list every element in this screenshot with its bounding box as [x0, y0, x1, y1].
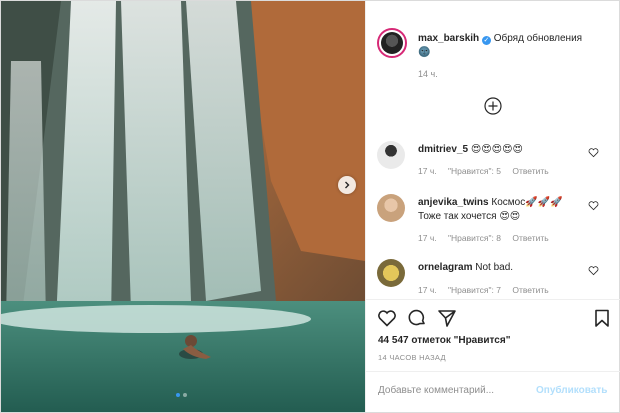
waterfall-image: [1, 1, 365, 412]
caption-text: Обряд обновления: [493, 33, 583, 44]
author-avatar[interactable]: [377, 28, 407, 58]
like-heart-icon[interactable]: [377, 308, 397, 328]
bookmark-icon[interactable]: [592, 308, 612, 328]
comment-meta: 17 ч. "Нравится": 5 Ответить: [418, 166, 558, 176]
comment-text: Космос🚀🚀🚀: [491, 197, 563, 208]
post-caption: max_barskih ✓ Обряд обновления 🌚: [418, 32, 613, 60]
author-username[interactable]: max_barskih: [418, 33, 479, 44]
post-photo[interactable]: [1, 1, 365, 412]
comment-time: 17 ч.: [418, 166, 437, 176]
carousel-indicator: [176, 393, 187, 397]
comment-meta: 17 ч. "Нравится": 8 Ответить: [418, 233, 558, 243]
next-photo-button[interactable]: [338, 176, 356, 194]
reply-button[interactable]: Ответить: [512, 166, 548, 176]
comment-username[interactable]: dmitriev_5: [418, 144, 468, 155]
verified-icon: ✓: [481, 36, 491, 45]
comment-likes[interactable]: "Нравится": 8: [448, 233, 501, 243]
heart-icon[interactable]: [588, 147, 599, 158]
carousel-dot-active: [176, 393, 180, 397]
comment-body: dmitriev_5 😍😍😍😍😍: [418, 143, 593, 157]
post-time: 14 ч.: [418, 69, 438, 79]
comment-likes[interactable]: "Нравится": 5: [448, 166, 501, 176]
comment-avatar[interactable]: [377, 141, 405, 169]
comment-time: 17 ч.: [418, 233, 437, 243]
post-time-ago: 14 ЧАСОВ НАЗАД: [378, 353, 446, 362]
comment-text-line2: Тоже так хочется 😍😍: [418, 211, 521, 222]
share-icon[interactable]: [437, 308, 457, 328]
comment-text: Not bad.: [475, 262, 514, 273]
comment-meta: 17 ч. "Нравится": 7 Ответить: [418, 285, 558, 295]
publish-button[interactable]: Опубликовать: [536, 385, 607, 396]
load-more-icon[interactable]: [483, 96, 503, 116]
chevron-right-icon: [345, 181, 350, 189]
carousel-dot: [183, 393, 187, 397]
comment-username[interactable]: anjevika_twins: [418, 197, 489, 208]
comment-icon[interactable]: [407, 308, 427, 328]
divider: [366, 371, 620, 372]
likes-count[interactable]: 44 547 отметок "Нравится": [378, 335, 510, 346]
comment-username[interactable]: ornelagram: [418, 262, 472, 273]
reply-button[interactable]: Ответить: [512, 285, 548, 295]
comment-text: 😍😍😍😍😍: [470, 144, 523, 155]
comment-input[interactable]: Добавьте комментарий...: [378, 385, 494, 396]
action-bar: [377, 308, 612, 330]
comment-avatar[interactable]: [377, 259, 405, 287]
comment-avatar[interactable]: [377, 194, 405, 222]
comment-body: anjevika_twins Космос🚀🚀🚀 Тоже так хочетс…: [418, 196, 593, 224]
comment-body: ornelagram Not bad.: [418, 261, 593, 275]
heart-icon[interactable]: [588, 265, 599, 276]
reply-button[interactable]: Ответить: [512, 233, 548, 243]
post-sidebar: max_barskih ✓ Обряд обновления 🌚 14 ч. d…: [365, 1, 620, 412]
divider: [366, 299, 620, 300]
heart-icon[interactable]: [588, 200, 599, 211]
caption-emoji: 🌚: [418, 47, 431, 58]
comment-time: 17 ч.: [418, 285, 437, 295]
instagram-post: max_barskih ✓ Обряд обновления 🌚 14 ч. d…: [0, 0, 620, 413]
comment-likes[interactable]: "Нравится": 7: [448, 285, 501, 295]
